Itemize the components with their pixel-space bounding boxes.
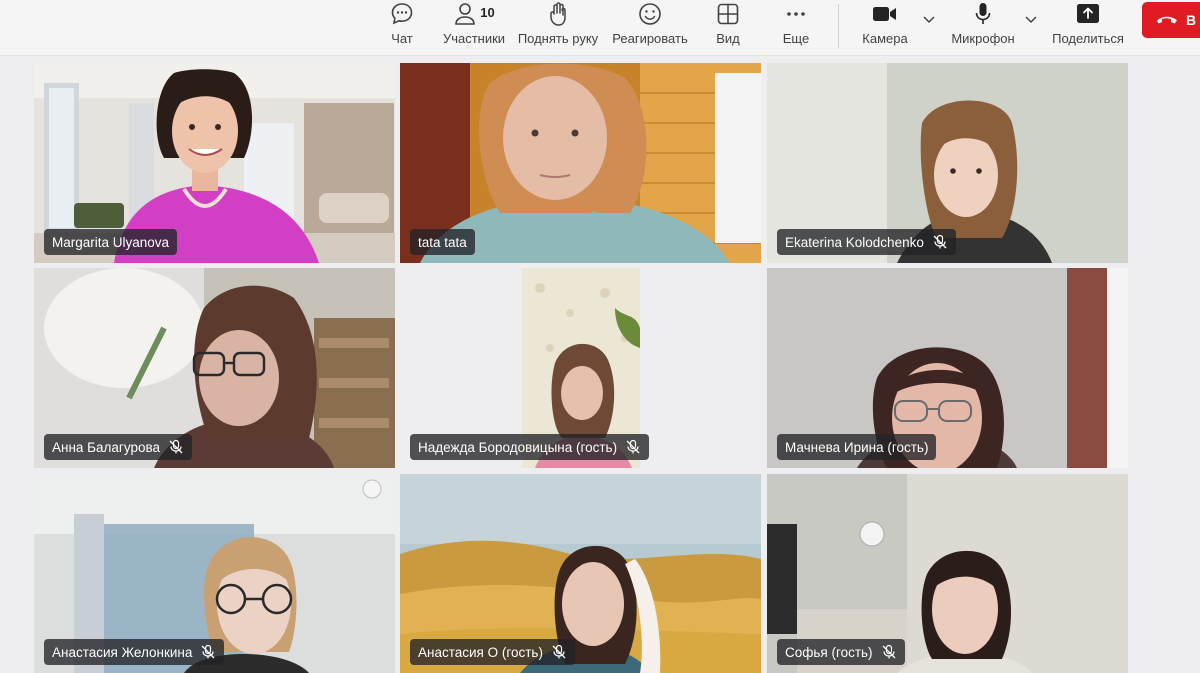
mic-off-icon bbox=[200, 644, 216, 660]
more-button[interactable]: Еще bbox=[778, 0, 814, 56]
view-label: Вид bbox=[716, 31, 740, 46]
react-button[interactable]: Реагировать bbox=[610, 0, 690, 56]
people-icon-wrap: 10 bbox=[453, 0, 495, 28]
camera-icon bbox=[871, 0, 899, 28]
mic-off-icon bbox=[625, 439, 641, 455]
video-tile[interactable]: Анна Балагурова bbox=[34, 268, 395, 468]
participant-name-tag: Анастасия О (гость) bbox=[410, 639, 575, 665]
participant-name-tag: Мачнева Ирина (гость) bbox=[777, 434, 937, 460]
grid-icon bbox=[716, 0, 740, 28]
mic-off-icon bbox=[168, 439, 184, 455]
participant-name-tag: Надежда Бородовицына (гость) bbox=[410, 434, 650, 460]
participant-name-tag: Софья (гость) bbox=[777, 639, 905, 665]
participant-name: Анна Балагурова bbox=[52, 439, 160, 455]
video-tile[interactable]: Анастасия Желонкина bbox=[34, 474, 395, 673]
participants-label: Участники bbox=[442, 31, 506, 46]
participant-name-tag: tata tata bbox=[410, 229, 475, 255]
video-tile[interactable]: Мачнева Ирина (гость) bbox=[767, 268, 1128, 468]
video-tile[interactable]: Ekaterina Kolodchenko bbox=[767, 63, 1128, 263]
leave-label: В bbox=[1186, 12, 1197, 28]
chat-label: Чат bbox=[391, 31, 413, 46]
camera-button[interactable]: Камера bbox=[860, 0, 910, 56]
microphone-icon bbox=[973, 0, 993, 28]
meeting-toolbar: Чат 10 Участники Поднять руку Реагироват… bbox=[0, 0, 1200, 56]
video-tile[interactable]: Софья (гость) bbox=[767, 474, 1128, 673]
participants-count: 10 bbox=[480, 4, 495, 20]
smile-icon bbox=[637, 0, 663, 28]
video-tile[interactable]: Анастасия О (гость) bbox=[400, 474, 761, 673]
more-icon bbox=[784, 0, 808, 28]
participant-name-tag: Ekaterina Kolodchenko bbox=[777, 229, 956, 255]
participant-name: Надежда Бородовицына (гость) bbox=[418, 439, 618, 455]
people-icon bbox=[455, 3, 476, 25]
participant-name: Margarita Ulyanova bbox=[52, 234, 170, 250]
camera-options-chevron-icon[interactable] bbox=[922, 12, 936, 31]
video-tile[interactable]: Margarita Ulyanova bbox=[34, 63, 395, 263]
chat-icon bbox=[389, 0, 415, 28]
hand-icon bbox=[546, 0, 570, 28]
share-button[interactable]: Поделиться bbox=[1050, 0, 1126, 56]
leave-button[interactable]: В bbox=[1142, 2, 1200, 38]
more-label: Еще bbox=[782, 31, 810, 46]
phone-hangup-icon bbox=[1156, 12, 1178, 28]
react-label: Реагировать bbox=[612, 31, 688, 46]
view-button[interactable]: Вид bbox=[712, 0, 744, 56]
share-label: Поделиться bbox=[1052, 31, 1124, 46]
chat-button[interactable]: Чат bbox=[384, 0, 420, 56]
participant-name: Софья (гость) bbox=[785, 644, 873, 660]
participant-name: Мачнева Ирина (гость) bbox=[785, 439, 929, 455]
camera-label: Камера bbox=[862, 31, 908, 46]
microphone-label: Микрофон bbox=[951, 31, 1015, 46]
video-tile[interactable]: tata tata bbox=[400, 63, 761, 263]
participants-button[interactable]: 10 Участники bbox=[440, 0, 508, 56]
video-tile[interactable]: Надежда Бородовицына (гость) bbox=[400, 268, 761, 468]
participant-name: Анастасия О (гость) bbox=[418, 644, 543, 660]
participant-name: tata tata bbox=[418, 234, 467, 250]
participant-name-tag: Margarita Ulyanova bbox=[44, 229, 178, 255]
mic-off-icon bbox=[932, 234, 948, 250]
participant-name: Анастасия Желонкина bbox=[52, 644, 193, 660]
share-icon bbox=[1075, 0, 1101, 28]
mic-off-icon bbox=[551, 644, 567, 660]
raise-hand-label: Поднять руку bbox=[517, 31, 599, 46]
participant-name-tag: Анна Балагурова bbox=[44, 434, 192, 460]
participant-name-tag: Анастасия Желонкина bbox=[44, 639, 225, 665]
toolbar-divider bbox=[838, 4, 839, 48]
microphone-options-chevron-icon[interactable] bbox=[1024, 12, 1038, 31]
mic-off-icon bbox=[881, 644, 897, 660]
participant-name: Ekaterina Kolodchenko bbox=[785, 234, 924, 250]
raise-hand-button[interactable]: Поднять руку bbox=[516, 0, 600, 56]
microphone-button[interactable]: Микрофон bbox=[946, 0, 1020, 56]
